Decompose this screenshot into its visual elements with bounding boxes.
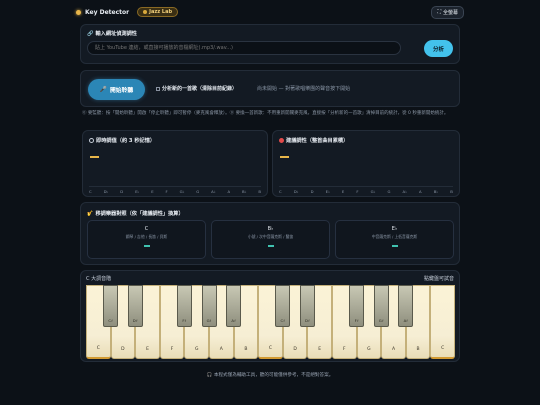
url-input[interactable] xyxy=(87,41,401,55)
transpose-value xyxy=(391,245,398,247)
headphones-icon: 🎧 xyxy=(206,373,214,378)
suggested-key-panel: 建議調性（整首曲目累積） C D♭ D E♭ E F G♭ G A♭ A B♭ B xyxy=(272,130,460,197)
piano-black-key[interactable]: G♯ xyxy=(373,285,389,327)
piano-black-key[interactable]: C♯ xyxy=(103,285,119,327)
piano-black-key[interactable]: F♯ xyxy=(349,285,365,327)
instant-key-value xyxy=(90,156,99,158)
scale-label: C 大調音階 xyxy=(86,276,112,282)
note-label: B♭ xyxy=(433,189,439,194)
suggested-key-title: 建議調性（整首曲目累積） xyxy=(279,137,348,144)
transpose-title-text: 移調樂器對照（依「建議調性」換算） xyxy=(95,211,184,217)
transpose-instruments: 小號 / 次中音薩克斯 / 豎笛 xyxy=(247,234,294,239)
note-label: B xyxy=(450,189,453,194)
note-label: G xyxy=(387,189,391,194)
transpose-value xyxy=(267,245,274,247)
piano-section: C 大調音階 點鍵盤可試音 C D E F G A B C D E F G A B C C♯ D♯ F♯ G♯ A♯ C… xyxy=(80,270,460,362)
footer-note: 🎧 本程式僅為輔助工具，聽的可能僅供參考，不是絕對答案。 xyxy=(0,372,540,378)
instant-note-row: C D♭ D E♭ E F G♭ G A♭ A B♭ B xyxy=(89,186,261,194)
note-label: A xyxy=(419,189,422,194)
start-listening-button[interactable]: 🎤 開始聆聽 xyxy=(88,79,145,100)
app-title: Key Detector xyxy=(85,8,130,16)
footer-text: 本程式僅為輔助工具，聽的可能僅供參考，不是絕對答案。 xyxy=(213,373,334,378)
note-label: A♭ xyxy=(211,189,216,194)
analyze-button[interactable]: 分析 xyxy=(424,40,453,57)
help-text: ⓪ 要監聽：按「開始聆聽」開啟「停止聆聽」即可暫停（麥克風會釋放）。⓪ 要換一首… xyxy=(82,111,449,116)
note-label: D xyxy=(310,189,314,194)
note-label: A♭ xyxy=(402,189,407,194)
piano-hint: 點鍵盤可試音 xyxy=(423,276,454,282)
piano-keyboard: C D E F G A B C D E F G A B C C♯ D♯ F♯ G♯ A♯ C♯ D♯ F♯ G♯ A♯ xyxy=(86,285,455,359)
status-text: 尚未開始 — 對著歌唱樂團的聲音按下開始 xyxy=(257,86,351,92)
suggested-title-text: 建議調性（整首曲目累積） xyxy=(286,138,349,144)
transpose-instruments: 鋼琴 / 吉他 / 長笛 / 貝斯 xyxy=(125,234,168,239)
top-bar: Key Detector Jazz Lab ⛶ 全螢幕 xyxy=(76,4,464,20)
piano-black-key[interactable]: A♯ xyxy=(398,285,414,327)
link-icon: 🔗 xyxy=(87,30,94,37)
instant-title-text: 即時調值（約 3 秒記憶） xyxy=(96,138,156,144)
piano-black-key[interactable]: C♯ xyxy=(275,285,291,327)
note-label: E xyxy=(341,189,345,194)
transpose-key: B♭ xyxy=(267,226,274,232)
piano-black-key[interactable]: G♯ xyxy=(201,285,217,327)
transpose-box-eflat: E♭ 中音薩克斯 / 上低音薩克斯 xyxy=(335,220,454,259)
piano-black-key[interactable]: D♯ xyxy=(127,285,143,327)
piano-black-key[interactable]: F♯ xyxy=(176,285,192,327)
note-label: A xyxy=(227,189,231,194)
logo-dot-icon xyxy=(76,9,81,15)
note-label: D xyxy=(120,189,124,194)
note-label: E♭ xyxy=(135,189,140,194)
jazz-lab-badge: Jazz Lab xyxy=(137,7,179,17)
fullscreen-button[interactable]: ⛶ 全螢幕 xyxy=(431,5,464,19)
badge-dot-icon xyxy=(143,10,148,14)
piano-white-key[interactable]: C xyxy=(430,285,455,359)
transpose-key: C xyxy=(144,226,149,232)
analyze-song-label: 分析新的一首歌（清除目前紀錄） xyxy=(162,86,238,92)
instant-key-title: 即時調值（約 3 秒記憶） xyxy=(89,137,155,144)
fullscreen-icon: ⛶ xyxy=(437,9,441,15)
url-section-title: 🔗 輸入網址偵測調性 xyxy=(87,30,137,38)
note-label: E xyxy=(151,189,154,194)
note-label: B xyxy=(258,189,261,194)
note-label: D♭ xyxy=(293,189,299,194)
note-label: C xyxy=(89,189,92,194)
brand: Key Detector Jazz Lab xyxy=(76,7,179,17)
note-label: G♭ xyxy=(179,189,185,194)
analyze-new-song-button[interactable]: 分析新的一首歌（清除目前紀錄） xyxy=(156,85,237,92)
instant-key-panel: 即時調值（約 3 秒記憶） C D♭ D E♭ E F G♭ G A♭ A B♭ B xyxy=(82,130,268,197)
instrument-icon: 🎷 xyxy=(87,210,94,217)
note-label: G xyxy=(196,189,200,194)
note-label: F xyxy=(356,189,359,194)
url-section: 🔗 輸入網址偵測調性 xyxy=(80,24,460,64)
suggested-key-value xyxy=(280,156,289,158)
transpose-box-c: C 鋼琴 / 吉他 / 長笛 / 貝斯 xyxy=(87,220,206,259)
note-label: D♭ xyxy=(103,189,109,194)
transpose-title: 🎷 移調樂器對照（依「建議調性」換算） xyxy=(87,210,184,218)
badge-label: Jazz Lab xyxy=(149,9,173,15)
url-title-text: 輸入網址偵測調性 xyxy=(95,31,137,37)
note-label: E♭ xyxy=(325,189,330,194)
checkbox-icon xyxy=(156,86,160,91)
listen-controls: 🎤 開始聆聽 分析新的一首歌（清除目前紀錄） 尚未開始 — 對著歌唱樂團的聲音按… xyxy=(80,70,460,107)
fullscreen-label: 全螢幕 xyxy=(442,9,458,16)
transpose-instruments: 中音薩克斯 / 上低音薩克斯 xyxy=(371,234,418,239)
transpose-box-bflat: B♭ 小號 / 次中音薩克斯 / 豎笛 xyxy=(211,220,330,259)
note-label: G♭ xyxy=(370,189,376,194)
transpose-value xyxy=(143,245,150,247)
transpose-section: 🎷 移調樂器對照（依「建議調性」換算） C 鋼琴 / 吉他 / 長笛 / 貝斯 … xyxy=(80,202,460,265)
note-label: F xyxy=(165,189,168,194)
note-label: C xyxy=(279,189,282,194)
piano-black-key[interactable]: D♯ xyxy=(299,285,315,327)
target-icon xyxy=(279,138,284,143)
piano-black-key[interactable]: A♯ xyxy=(226,285,242,327)
start-label: 開始聆聽 xyxy=(110,88,134,94)
suggested-note-row: C D♭ D E♭ E F G♭ G A♭ A B♭ B xyxy=(279,186,453,194)
transpose-key: E♭ xyxy=(391,226,398,232)
microphone-icon: 🎤 xyxy=(99,86,107,93)
note-label: B♭ xyxy=(242,189,247,194)
headphones-icon xyxy=(89,138,94,143)
